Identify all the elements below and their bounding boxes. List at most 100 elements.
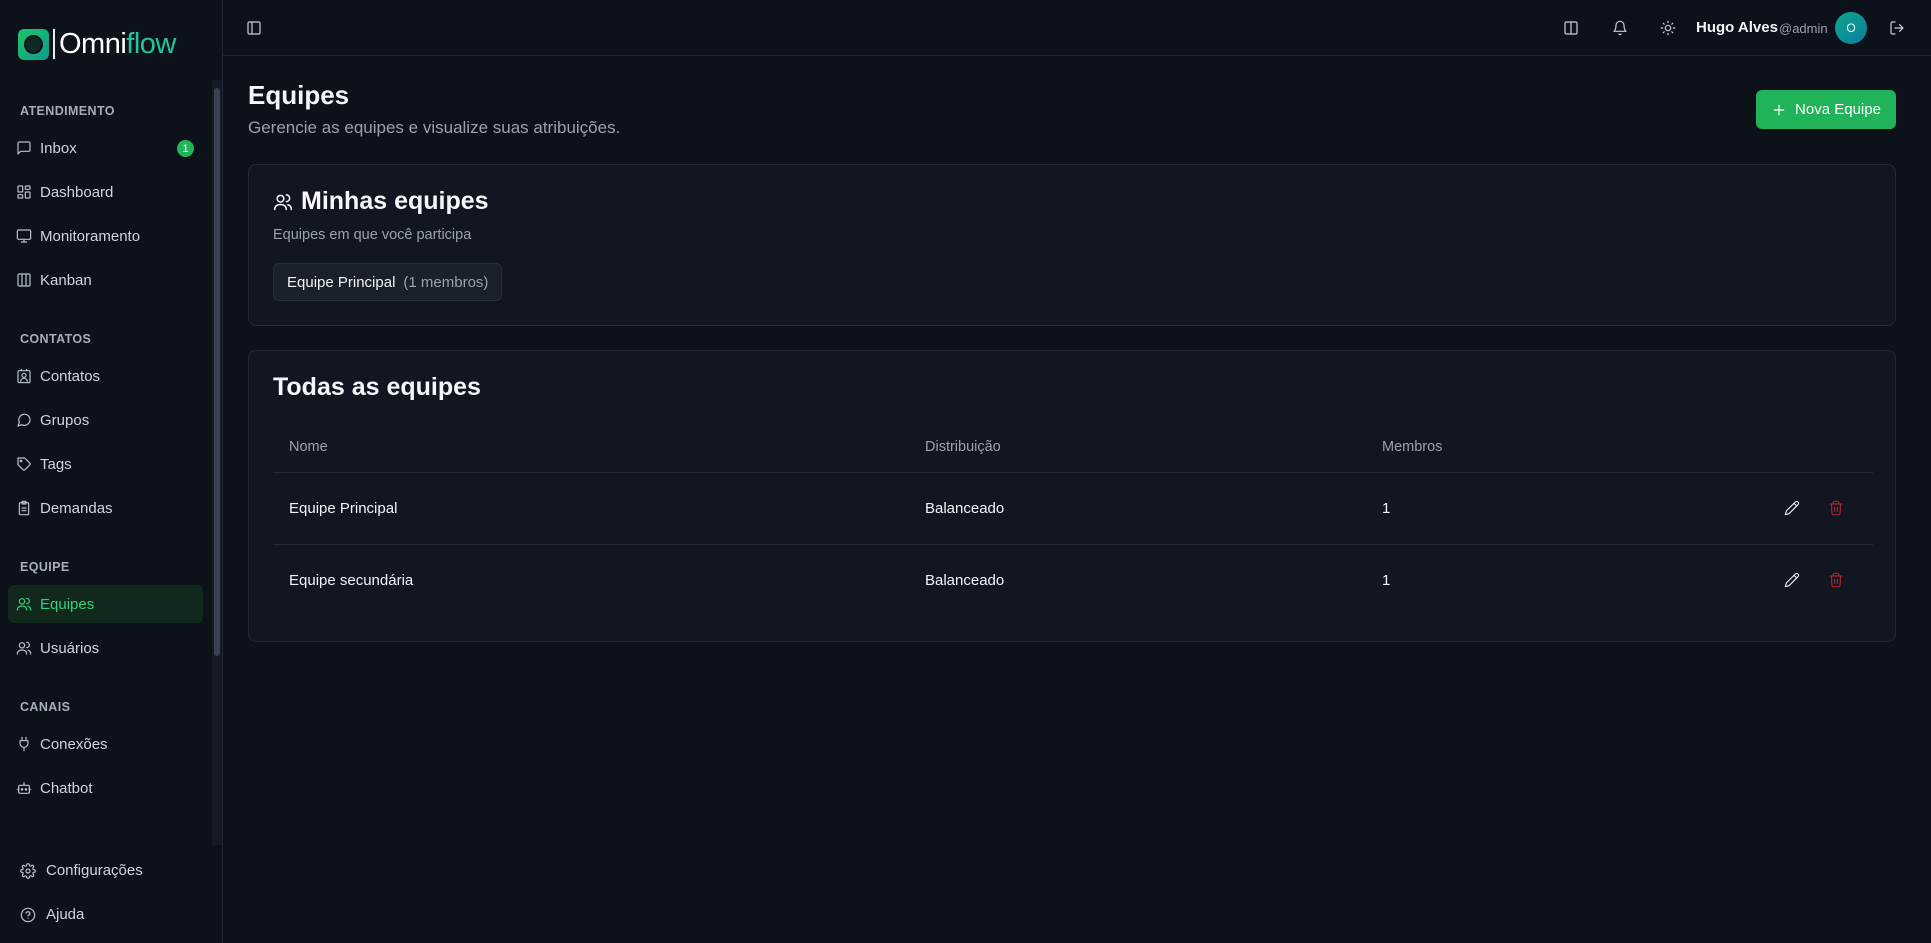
team-name: Equipe Principal xyxy=(289,500,398,517)
user-name: Hugo Alves xyxy=(1696,19,1778,36)
sidebar-item-usuarios[interactable]: Usuários xyxy=(8,629,203,667)
sidebar-item-contatos[interactable]: Contatos xyxy=(8,357,203,395)
my-teams-description: Equipes em que você participa xyxy=(273,227,472,243)
edit-team-button[interactable] xyxy=(1784,500,1800,516)
notifications-button[interactable] xyxy=(1612,20,1628,36)
section-label-contatos: CONTATOS xyxy=(20,332,92,346)
page-title: Equipes xyxy=(248,80,350,110)
section-label-atendimento: ATENDIMENTO xyxy=(20,104,115,118)
sidebar-item-conexoes[interactable]: Conexões xyxy=(8,725,203,763)
logout-button[interactable] xyxy=(1889,20,1905,36)
users-icon xyxy=(273,192,293,212)
team-distribution: Balanceado xyxy=(925,500,1005,517)
page-subtitle: Gerencie as equipes e visualize suas atr… xyxy=(248,118,621,137)
plus-icon xyxy=(1771,102,1787,118)
contact-icon xyxy=(16,368,32,384)
sidebar: Omniflow ATENDIMENTO Inbox 1 Dashboard M… xyxy=(0,0,223,943)
sidebar-item-label: Configurações xyxy=(46,862,143,879)
edit-team-button[interactable] xyxy=(1784,572,1800,588)
sidebar-item-label: Inbox xyxy=(40,139,77,157)
delete-team-button[interactable] xyxy=(1828,500,1844,516)
column-header-distribuicao: Distribuição xyxy=(925,439,1001,455)
message-square-icon xyxy=(16,140,32,156)
team-members: 1 xyxy=(1382,572,1391,589)
sidebar-item-ajuda[interactable]: Ajuda xyxy=(20,906,84,923)
settings-icon xyxy=(20,862,36,879)
logo-mark-icon xyxy=(18,28,49,60)
log-out-icon xyxy=(1889,20,1905,36)
sidebar-item-label: Contatos xyxy=(40,367,101,385)
column-header-membros: Membros xyxy=(1382,439,1443,455)
all-teams-card: Todas as equipes Nome Distribuição Membr… xyxy=(248,350,1896,642)
sidebar-item-label: Demandas xyxy=(40,499,113,517)
sidebar-item-label: Equipes xyxy=(40,595,95,613)
help-circle-icon xyxy=(20,907,36,923)
user-handle: @admin xyxy=(1779,21,1828,36)
message-circle-icon xyxy=(16,412,32,428)
toggle-sidebar-button[interactable] xyxy=(246,20,262,36)
new-team-button[interactable]: Nova Equipe xyxy=(1756,90,1896,129)
sun-icon xyxy=(1660,20,1676,36)
columns-icon xyxy=(16,272,32,288)
sidebar-item-label: Dashboard xyxy=(40,183,114,201)
theme-toggle-button[interactable] xyxy=(1660,20,1676,36)
avatar[interactable]: O xyxy=(1835,12,1867,44)
logo-text-omni: Omni xyxy=(59,27,127,60)
sidebar-item-label: Grupos xyxy=(40,411,90,429)
users-icon xyxy=(16,596,32,612)
team-chip-name: Equipe Principal xyxy=(287,273,396,291)
sidebar-item-label: Usuários xyxy=(40,639,100,657)
team-chip[interactable]: Equipe Principal (1 membros) xyxy=(273,263,503,301)
monitor-icon xyxy=(16,228,32,244)
column-header-nome: Nome xyxy=(289,439,328,455)
clipboard-icon xyxy=(16,500,32,516)
columns-icon xyxy=(1563,20,1579,36)
sidebar-item-equipes[interactable]: Equipes xyxy=(8,585,203,623)
logo-separator xyxy=(53,29,55,59)
sidebar-item-label: Monitoramento xyxy=(40,227,141,245)
delete-team-button[interactable] xyxy=(1828,572,1844,588)
sidebar-item-dashboard[interactable]: Dashboard xyxy=(8,173,203,211)
sidebar-item-configuracoes[interactable]: Configurações xyxy=(20,862,143,879)
sidebar-item-label: Conexões xyxy=(40,735,108,753)
sidebar-item-label: Ajuda xyxy=(46,906,85,923)
tag-icon xyxy=(16,456,32,472)
sidebar-item-demandas[interactable]: Demandas xyxy=(8,489,203,527)
team-distribution: Balanceado xyxy=(925,572,1005,589)
section-label-equipe: EQUIPE xyxy=(20,560,70,574)
sidebar-item-label: Kanban xyxy=(40,271,92,289)
trash-icon xyxy=(1828,500,1844,516)
new-team-button-label: Nova Equipe xyxy=(1795,101,1881,118)
plug-icon xyxy=(16,736,32,752)
section-label-canais: CANAIS xyxy=(20,700,71,714)
trash-icon xyxy=(1828,572,1844,588)
sidebar-item-grupos[interactable]: Grupos xyxy=(8,401,203,439)
pencil-icon xyxy=(1784,572,1800,588)
layout-dashboard-icon xyxy=(16,184,32,200)
bot-icon xyxy=(16,780,32,796)
layout-columns-button[interactable] xyxy=(1563,20,1579,36)
omniflow-logo[interactable]: Omniflow xyxy=(18,28,176,60)
sidebar-item-kanban[interactable]: Kanban xyxy=(8,261,203,299)
team-chip-count: (1 membros) xyxy=(403,273,489,291)
top-header: Hugo Alves @admin O xyxy=(223,0,1931,56)
table-row: Equipe secundária Balanceado 1 xyxy=(273,544,1873,616)
sidebar-item-inbox[interactable]: Inbox 1 xyxy=(8,129,203,167)
sidebar-item-monitoramento[interactable]: Monitoramento xyxy=(8,217,203,255)
pencil-icon xyxy=(1784,500,1800,516)
logo-text: Omniflow xyxy=(59,28,176,61)
team-name: Equipe secundária xyxy=(289,572,414,589)
panel-left-icon xyxy=(246,20,262,36)
sidebar-item-label: Chatbot xyxy=(40,779,93,797)
sidebar-scrollbar[interactable] xyxy=(214,88,220,656)
sidebar-item-label: Tags xyxy=(40,455,72,473)
inbox-count-badge: 1 xyxy=(177,140,194,157)
user-icon xyxy=(16,640,32,656)
table-row: Equipe Principal Balanceado 1 xyxy=(273,472,1873,544)
my-teams-title-text: Minhas equipes xyxy=(301,187,489,215)
sidebar-item-tags[interactable]: Tags xyxy=(8,445,203,483)
my-teams-card: Minhas equipes Equipes em que você parti… xyxy=(248,164,1896,326)
sidebar-item-chatbot[interactable]: Chatbot xyxy=(8,769,203,807)
all-teams-title: Todas as equipes xyxy=(273,373,481,401)
my-teams-title: Minhas equipes xyxy=(273,187,489,216)
